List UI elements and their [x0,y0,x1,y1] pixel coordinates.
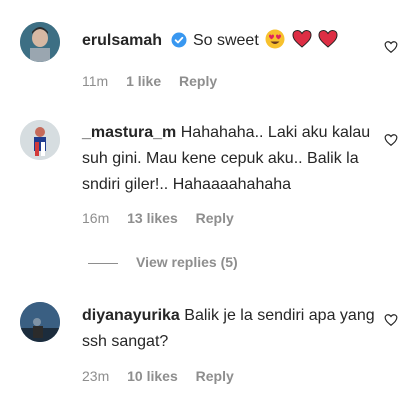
comment-likes[interactable]: 10 likes [127,368,178,384]
avatar[interactable] [20,22,60,62]
avatar[interactable] [20,302,60,342]
comment-text: So sweet [192,32,259,49]
red-heart-emoji-icon [292,29,312,48]
comment-meta: 11m 1 like Reply [82,73,231,89]
heart-outline-icon[interactable] [384,40,398,54]
comment-time: 16m [82,210,110,226]
heart-outline-icon[interactable] [384,313,398,327]
comment-meta: 23m 10 likes Reply [82,368,248,384]
heart-eyes-emoji-icon [265,29,285,49]
reply-button[interactable]: Reply [179,73,217,89]
view-replies-label: View replies (5) [136,254,238,270]
verified-badge-icon [171,32,186,48]
divider [88,262,118,264]
comment-likes[interactable]: 1 like [126,73,161,89]
comment-username[interactable]: erulsamah [82,32,162,49]
reply-button[interactable]: Reply [196,368,234,384]
reply-button[interactable]: Reply [196,210,234,226]
heart-outline-icon[interactable] [384,133,398,147]
comment-username[interactable]: diyanayurika [82,307,180,324]
comment-time: 11m [82,73,109,89]
comment-username[interactable]: _mastura_m [82,124,176,141]
comment-likes[interactable]: 13 likes [127,210,178,226]
comment-meta: 16m 13 likes Reply [82,210,248,226]
comment-time: 23m [82,368,110,384]
red-heart-emoji-icon [318,29,338,48]
comment-body: erulsamah So sweet [82,29,376,52]
avatar[interactable] [20,120,60,160]
comment-body: diyanayurika Balik je la sendiri apa yan… [82,303,376,355]
comment-body: _mastura_m Hahahaha.. Laki aku kalau suh… [82,120,376,198]
view-replies-button[interactable]: View replies (5) [88,254,238,270]
